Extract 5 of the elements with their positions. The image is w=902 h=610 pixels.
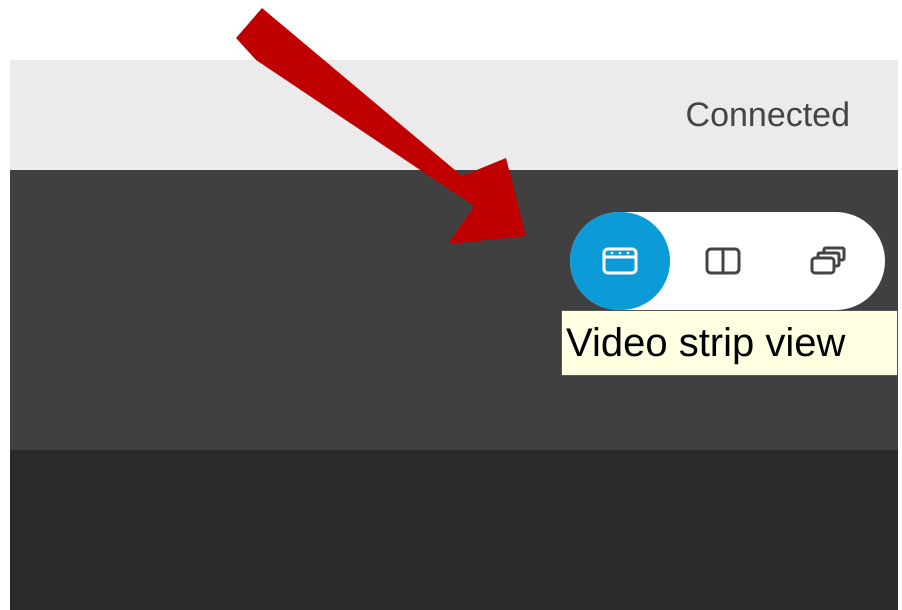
- connection-status: Connected: [686, 94, 850, 136]
- stacked-windows-icon: [810, 246, 846, 276]
- tooltip: Video strip view: [561, 310, 898, 376]
- video-strip-icon: [602, 246, 638, 276]
- split-panel-icon: [704, 246, 740, 276]
